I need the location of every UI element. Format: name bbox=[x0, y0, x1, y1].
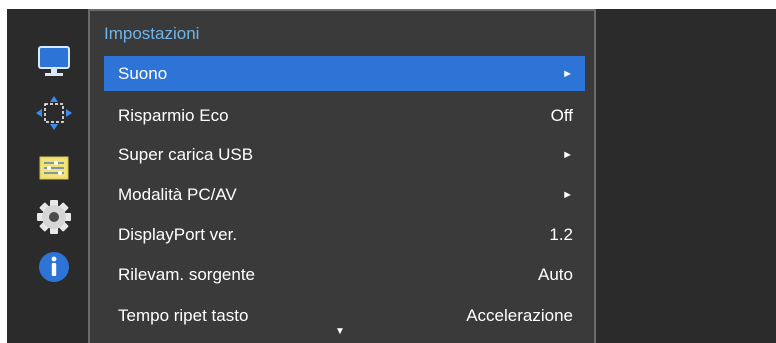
menu-item-value: Off bbox=[550, 105, 573, 125]
menu-item-label: Super carica USB bbox=[118, 144, 254, 164]
menu-item-label: Modalità PC/AV bbox=[118, 184, 237, 204]
info-icon[interactable] bbox=[34, 249, 74, 285]
monitor-icon[interactable] bbox=[34, 43, 74, 79]
submenu-arrow-icon: ► bbox=[562, 188, 573, 201]
move-arrows-icon[interactable] bbox=[34, 95, 74, 131]
menu-item-label: Risparmio Eco bbox=[118, 105, 229, 125]
submenu-arrow-icon: ► bbox=[562, 148, 573, 161]
gear-icon[interactable] bbox=[34, 199, 74, 235]
menu-item-super-carica-usb[interactable]: Super carica USB ► bbox=[104, 137, 585, 172]
menu-item-rilevam-sorgente[interactable]: Rilevam. sorgente Auto bbox=[104, 257, 585, 292]
submenu-arrow-icon: ► bbox=[562, 67, 573, 80]
menu-item-value: Auto bbox=[538, 264, 573, 284]
menu-item-label: DisplayPort ver. bbox=[118, 224, 238, 244]
settings-sliders-icon[interactable] bbox=[34, 151, 74, 187]
menu-item-risparmio-eco[interactable]: Risparmio Eco Off bbox=[104, 98, 585, 133]
menu-item-suono[interactable]: Suono ► bbox=[104, 56, 585, 91]
menu-item-modalita-pc-av[interactable]: Modalità PC/AV ► bbox=[104, 177, 585, 212]
menu-title: Impostazioni bbox=[104, 24, 200, 43]
osd-icon-rail bbox=[7, 9, 82, 343]
menu-item-displayport-ver[interactable]: DisplayPort ver. 1.2 bbox=[104, 217, 585, 252]
menu-item-label: Tempo ripet tasto bbox=[118, 305, 249, 325]
menu-item-label: Suono bbox=[118, 63, 168, 83]
menu-item-value: Accelerazione bbox=[466, 305, 573, 325]
menu-item-label: Rilevam. sorgente bbox=[118, 264, 256, 284]
scroll-down-arrow-icon[interactable]: ▼ bbox=[335, 327, 345, 337]
menu-item-value: 1.2 bbox=[549, 224, 573, 244]
